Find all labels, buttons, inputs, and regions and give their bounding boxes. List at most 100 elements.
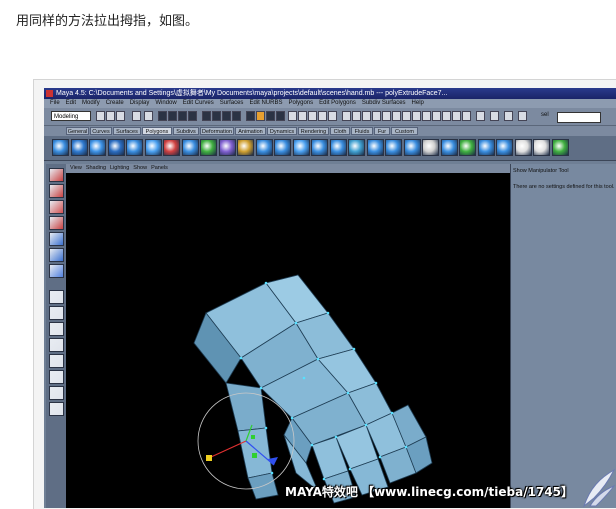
status-line-button-icon[interactable] bbox=[178, 111, 187, 121]
shelf-tab[interactable]: Curves bbox=[90, 127, 112, 135]
status-line-button-icon[interactable] bbox=[432, 111, 441, 121]
shelf-tool-icon[interactable] bbox=[89, 139, 106, 156]
shelf-tab[interactable]: Fluids bbox=[351, 127, 373, 135]
menu-item[interactable]: Edit Curves bbox=[183, 100, 214, 106]
shelf-tab[interactable]: Cloth bbox=[330, 127, 350, 135]
shelf-tool-icon[interactable] bbox=[237, 139, 254, 156]
toolbox-tool-icon[interactable] bbox=[49, 200, 64, 214]
status-line-button-icon[interactable] bbox=[504, 111, 513, 121]
toolbox-tool-icon[interactable] bbox=[49, 248, 64, 262]
status-line-button-icon[interactable] bbox=[168, 111, 177, 121]
shelf-tool-icon[interactable] bbox=[70, 139, 88, 156]
shelf-tool-icon[interactable] bbox=[292, 139, 310, 156]
shelf-tool-icon[interactable] bbox=[496, 139, 513, 156]
shelf-tab[interactable]: Polygons bbox=[142, 127, 172, 135]
shelf-tool-icon[interactable] bbox=[163, 139, 180, 156]
menu-item[interactable]: Edit Polygons bbox=[319, 100, 356, 106]
shelf-tool-icon[interactable] bbox=[477, 139, 495, 156]
panel-menu-item[interactable]: Show bbox=[133, 165, 147, 171]
shelf-tool-icon[interactable] bbox=[200, 139, 217, 156]
status-line-button-icon[interactable] bbox=[352, 111, 361, 121]
status-line-button-icon[interactable] bbox=[422, 111, 431, 121]
shelf-tool-icon[interactable] bbox=[255, 139, 273, 156]
menu-item[interactable]: Subdiv Surfaces bbox=[362, 100, 406, 106]
shelf-tab[interactable]: Animation bbox=[235, 127, 266, 135]
shelf-tab[interactable]: Fur bbox=[374, 127, 390, 135]
status-line-button-icon[interactable] bbox=[298, 111, 307, 121]
status-line-button-icon[interactable] bbox=[144, 111, 153, 121]
menu-item[interactable]: File bbox=[50, 100, 60, 106]
shelf-tool-icon[interactable] bbox=[311, 139, 328, 156]
status-line-button-icon[interactable] bbox=[476, 111, 485, 121]
status-line-button-icon[interactable] bbox=[490, 111, 499, 121]
status-line-button-icon[interactable] bbox=[266, 111, 275, 121]
status-line-button-icon[interactable] bbox=[96, 111, 105, 121]
menu-item[interactable]: Help bbox=[412, 100, 424, 106]
toolbox-tool-icon[interactable] bbox=[49, 290, 64, 304]
toolbox-tool-icon[interactable] bbox=[49, 168, 64, 182]
status-line-button-icon[interactable] bbox=[288, 111, 297, 121]
status-line-button-icon[interactable] bbox=[402, 111, 411, 121]
menu-item[interactable]: Edit NURBS bbox=[249, 100, 282, 106]
shelf-tool-icon[interactable] bbox=[218, 139, 236, 156]
shelf-tool-icon[interactable] bbox=[52, 139, 69, 156]
panel-menu-item[interactable]: Lighting bbox=[110, 165, 129, 171]
toolbox-tool-icon[interactable] bbox=[49, 232, 64, 246]
menu-item[interactable]: Window bbox=[155, 100, 176, 106]
toolbox-tool-icon[interactable] bbox=[49, 184, 64, 198]
shelf-tab[interactable]: Dynamics bbox=[267, 127, 297, 135]
status-line-button-icon[interactable] bbox=[342, 111, 351, 121]
menu-item[interactable]: Display bbox=[130, 100, 150, 106]
status-line-button-icon[interactable] bbox=[392, 111, 401, 121]
shelf-tool-icon[interactable] bbox=[126, 139, 143, 156]
toolbox-tool-icon[interactable] bbox=[49, 402, 64, 416]
status-line-button-icon[interactable] bbox=[212, 111, 221, 121]
status-line-button-icon[interactable] bbox=[116, 111, 125, 121]
shelf-tool-icon[interactable] bbox=[514, 139, 532, 156]
status-line-button-icon[interactable] bbox=[308, 111, 317, 121]
shelf-tool-icon[interactable] bbox=[533, 139, 550, 156]
status-line-button-icon[interactable] bbox=[442, 111, 451, 121]
toolbox-tool-icon[interactable] bbox=[49, 322, 64, 336]
status-line-button-icon[interactable] bbox=[318, 111, 327, 121]
selection-name-input[interactable] bbox=[557, 112, 601, 123]
status-line-button-icon[interactable] bbox=[462, 111, 471, 121]
shelf-tool-icon[interactable] bbox=[440, 139, 458, 156]
status-line-button-icon[interactable] bbox=[372, 111, 381, 121]
shelf-tab[interactable]: Custom bbox=[391, 127, 418, 135]
status-line-button-icon[interactable] bbox=[518, 111, 527, 121]
shelf-tool-icon[interactable] bbox=[144, 139, 162, 156]
menu-item[interactable]: Modify bbox=[82, 100, 100, 106]
shelf-tool-icon[interactable] bbox=[348, 139, 365, 156]
toolbox-tool-icon[interactable] bbox=[49, 216, 64, 230]
status-line-button-icon[interactable] bbox=[232, 111, 241, 121]
menu-item[interactable]: Edit bbox=[66, 100, 76, 106]
status-line-button-icon[interactable] bbox=[382, 111, 391, 121]
menu-item[interactable]: Create bbox=[106, 100, 124, 106]
menu-item[interactable]: Polygons bbox=[288, 100, 313, 106]
panel-menu-item[interactable]: View bbox=[70, 165, 82, 171]
shelf-tab[interactable]: General bbox=[66, 127, 89, 135]
shelf-tool-icon[interactable] bbox=[181, 139, 199, 156]
shelf-tab[interactable]: Deformation bbox=[200, 127, 234, 135]
status-line-button-icon[interactable] bbox=[246, 111, 255, 121]
toolbox-tool-icon[interactable] bbox=[49, 370, 64, 384]
shelf-tool-icon[interactable] bbox=[274, 139, 291, 156]
status-line-button-icon[interactable] bbox=[106, 111, 115, 121]
status-line-button-icon[interactable] bbox=[362, 111, 371, 121]
status-line-button-icon[interactable] bbox=[188, 111, 197, 121]
status-line-button-icon[interactable] bbox=[132, 111, 141, 121]
toolbox-tool-icon[interactable] bbox=[49, 264, 64, 278]
menu-set-selector[interactable]: Modeling bbox=[51, 111, 91, 121]
shelf-tool-icon[interactable] bbox=[459, 139, 476, 156]
shelf-tool-icon[interactable] bbox=[329, 139, 347, 156]
status-line-button-icon[interactable] bbox=[256, 111, 265, 121]
shelf-tool-icon[interactable] bbox=[422, 139, 439, 156]
panel-menu-item[interactable]: Shading bbox=[86, 165, 106, 171]
perspective-viewport[interactable] bbox=[66, 173, 510, 508]
toolbox-tool-icon[interactable] bbox=[49, 306, 64, 320]
menu-item[interactable]: Surfaces bbox=[220, 100, 244, 106]
status-line-button-icon[interactable] bbox=[158, 111, 167, 121]
status-line-button-icon[interactable] bbox=[452, 111, 461, 121]
shelf-tool-icon[interactable] bbox=[385, 139, 402, 156]
